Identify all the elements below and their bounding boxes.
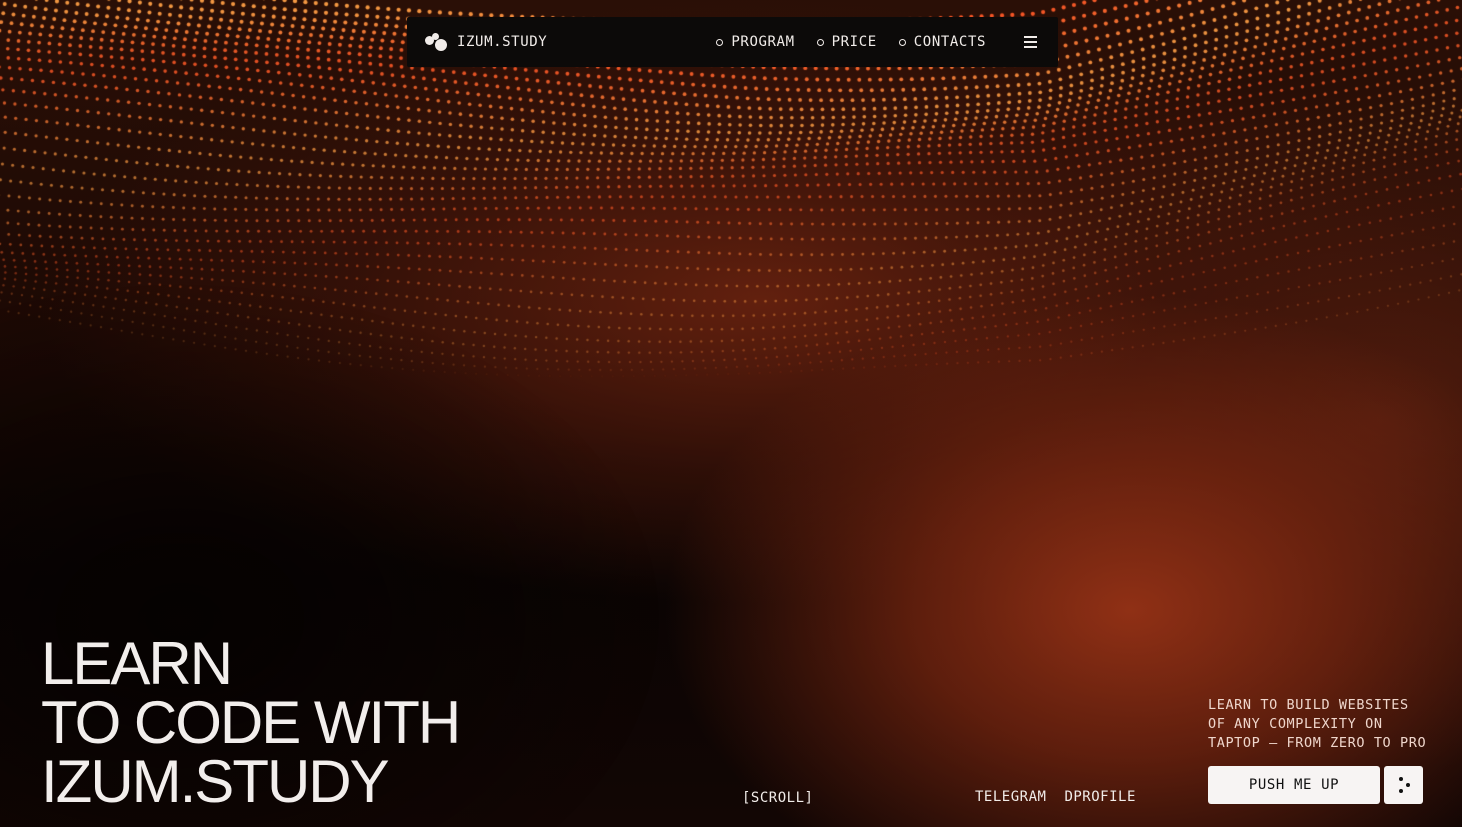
top-navigation-bar: IZUM.STUDY PROGRAM PRICE CONTACTS (407, 17, 1058, 67)
hero-title-line-3: IZUM.STUDY (41, 748, 390, 815)
bullet-ring-icon (816, 38, 824, 46)
tagline-line-1: LEARN TO BUILD WEBSITES (1208, 697, 1409, 713)
dots-icon-button[interactable] (1384, 766, 1423, 804)
brand-logo-icon (425, 33, 447, 51)
hero-title-line-2: TO CODE WITH (41, 689, 461, 756)
nav-link-label: PRICE (831, 34, 877, 50)
nav-link-contacts[interactable]: CONTACTS (898, 34, 986, 50)
bullet-ring-icon (898, 38, 906, 46)
nav-links: PROGRAM PRICE CONTACTS (716, 34, 986, 50)
brand-name: IZUM.STUDY (457, 34, 548, 50)
telegram-link[interactable]: TELEGRAM (975, 789, 1046, 805)
hero-tagline: LEARN TO BUILD WEBSITES OF ANY COMPLEXIT… (1208, 696, 1448, 753)
nav-link-label: PROGRAM (731, 34, 795, 50)
tagline-line-3: TAPTOP — FROM ZERO TO PRO (1208, 735, 1427, 751)
bullet-ring-icon (716, 38, 724, 46)
brand-home-link[interactable]: IZUM.STUDY (425, 33, 547, 51)
nav-link-program[interactable]: PROGRAM (716, 34, 794, 50)
nav-link-price[interactable]: PRICE (816, 34, 877, 50)
social-links: TELEGRAM DPROFILE (975, 789, 1136, 805)
hero-title: LEARN TO CODE WITH IZUM.STUDY (41, 630, 461, 815)
dprofile-link[interactable]: DPROFILE (1064, 789, 1135, 805)
nav-link-label: CONTACTS (913, 34, 986, 50)
scroll-hint: [SCROLL] (742, 790, 814, 806)
tagline-line-2: OF ANY COMPLEXITY ON (1208, 716, 1383, 732)
push-me-up-button[interactable]: PUSH ME UP (1208, 766, 1380, 804)
hamburger-menu-icon[interactable] (1024, 35, 1040, 49)
hero-title-line-1: LEARN (41, 630, 233, 697)
